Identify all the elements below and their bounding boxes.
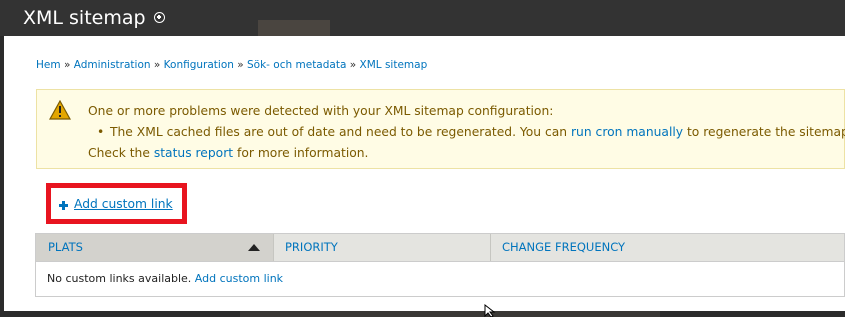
- column-header-change-frequency[interactable]: CHANGE FREQUENCY: [490, 234, 844, 261]
- add-shortcut-icon[interactable]: [154, 12, 165, 23]
- warning-item-text-end: to regenerate the sitemap files.: [686, 125, 845, 139]
- add-custom-link-highlight: Add custom link: [46, 183, 187, 224]
- table-header: PLATS PRIORITY CHANGE FREQUENCY: [36, 234, 844, 262]
- add-custom-link-inline[interactable]: Add custom link: [195, 272, 283, 285]
- column-header-plats[interactable]: PLATS: [36, 234, 273, 261]
- warning-icon: [49, 100, 71, 120]
- breadcrumb-item-sok-och-metadata[interactable]: Sök- och metadata: [247, 59, 346, 71]
- breadcrumb-item-konfiguration[interactable]: Konfiguration: [164, 59, 234, 71]
- breadcrumb-item-xml-sitemap[interactable]: XML sitemap: [360, 59, 428, 71]
- background-strip: [240, 311, 660, 317]
- breadcrumb-separator: »: [349, 59, 360, 71]
- table-empty-row: No custom links available. Add custom li…: [47, 272, 283, 285]
- warning-footer: Check the status report for more informa…: [88, 146, 368, 160]
- plus-icon: [59, 201, 68, 210]
- run-cron-link[interactable]: run cron manually: [571, 125, 683, 139]
- warning-summary: One or more problems were detected with …: [88, 104, 554, 118]
- custom-links-table: PLATS PRIORITY CHANGE FREQUENCY No custo…: [35, 233, 845, 297]
- warning-footer-text: Check the: [88, 146, 154, 160]
- breadcrumb-item-hem[interactable]: Hem: [36, 59, 61, 71]
- breadcrumb: Hem » Administration » Konfiguration » S…: [36, 59, 427, 71]
- sort-ascending-icon: [248, 244, 260, 251]
- breadcrumb-separator: »: [237, 59, 248, 71]
- column-header-priority[interactable]: PRIORITY: [273, 234, 490, 261]
- breadcrumb-separator: »: [153, 59, 164, 71]
- warning-item-text: The XML cached files are out of date and…: [110, 125, 571, 139]
- empty-text: No custom links available.: [47, 272, 192, 285]
- page-title: XML sitemap: [23, 7, 146, 29]
- warning-item: • The XML cached files are out of date an…: [97, 125, 845, 139]
- add-custom-link-button[interactable]: Add custom link: [74, 197, 173, 211]
- mouse-cursor-icon: [484, 304, 496, 317]
- warning-footer-text-end: for more information.: [233, 146, 369, 160]
- breadcrumb-item-administration[interactable]: Administration: [74, 59, 151, 71]
- bullet-icon: •: [97, 125, 105, 139]
- column-header-label: CHANGE FREQUENCY: [502, 240, 626, 254]
- warning-message: One or more problems were detected with …: [36, 89, 845, 169]
- column-header-label: PRIORITY: [285, 240, 338, 254]
- column-header-label: PLATS: [48, 240, 83, 254]
- content-panel: Hem » Administration » Konfiguration » S…: [4, 36, 845, 311]
- status-report-link[interactable]: status report: [154, 146, 233, 160]
- breadcrumb-separator: »: [63, 59, 74, 71]
- page-header: XML sitemap: [0, 0, 845, 38]
